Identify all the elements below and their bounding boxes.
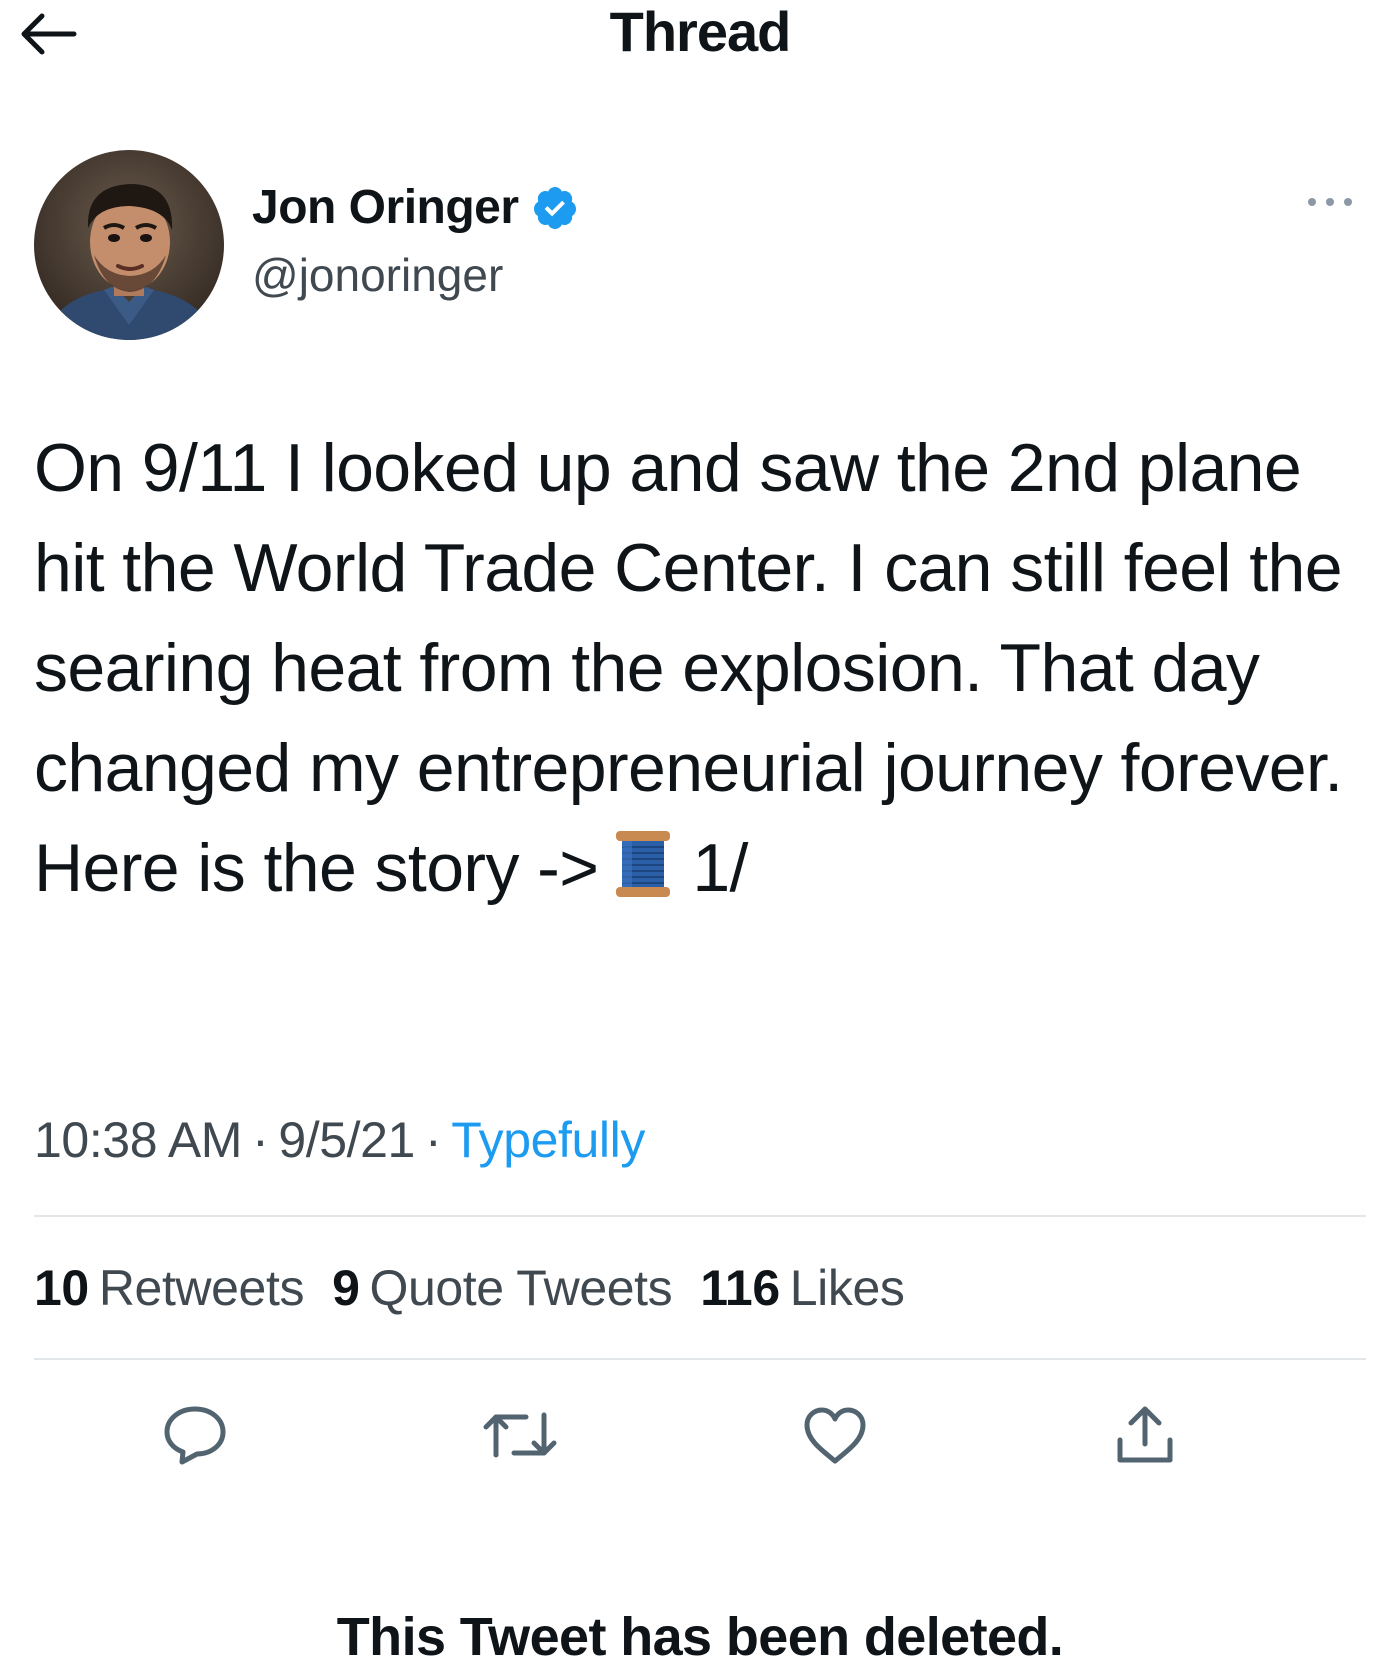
reply-button[interactable] (155, 1395, 235, 1475)
tweet-text-main: On 9/11 I looked up and saw the 2nd plan… (34, 430, 1343, 906)
share-button[interactable] (1105, 1395, 1185, 1475)
share-icon (1117, 1406, 1173, 1463)
quotes-label: Quote Tweets (369, 1260, 673, 1316)
more-options-button[interactable] (1298, 184, 1362, 220)
like-icon (804, 1407, 866, 1464)
tweet-action-bar (0, 1395, 1400, 1475)
tweet-text: On 9/11 I looked up and saw the 2nd plan… (34, 418, 1364, 918)
tweet-time: 10:38 AM (34, 1112, 243, 1168)
more-dots-icon (1308, 198, 1352, 206)
likes-stat[interactable]: 116 Likes (700, 1258, 905, 1318)
verified-badge-icon (531, 184, 579, 232)
retweets-label: Retweets (98, 1260, 305, 1316)
top-bar: Thread (0, 0, 1400, 70)
tweet-meta: 10:38 AM · 9/5/21 · Typefully (34, 1110, 645, 1170)
divider (34, 1215, 1366, 1217)
avatar[interactable] (34, 150, 224, 340)
quotes-count: 9 (332, 1260, 360, 1316)
retweet-icon (483, 1412, 557, 1458)
tweet-thread-marker: 1/ (692, 830, 748, 906)
likes-label: Likes (789, 1260, 905, 1316)
page-title: Thread (609, 0, 792, 63)
tweet-date: 9/5/21 (278, 1112, 415, 1168)
retweets-count: 10 (34, 1260, 89, 1316)
tweet-source-link[interactable]: Typefully (451, 1112, 645, 1168)
display-name: Jon Oringer (252, 181, 519, 234)
meta-separator: · (252, 1112, 269, 1168)
reply-icon (164, 1406, 226, 1465)
retweet-button[interactable] (480, 1395, 560, 1475)
display-name-row[interactable]: Jon Oringer (252, 180, 579, 236)
likes-count: 116 (700, 1260, 780, 1316)
user-handle[interactable]: @jonoringer (252, 248, 503, 302)
meta-separator: · (424, 1112, 442, 1168)
like-button[interactable] (795, 1395, 875, 1475)
quote-tweets-stat[interactable]: 9 Quote Tweets (332, 1258, 673, 1318)
divider (34, 1358, 1366, 1360)
retweets-stat[interactable]: 10 Retweets (34, 1258, 304, 1318)
tweet-stats: 10 Retweets 9 Quote Tweets 116 Likes (34, 1258, 932, 1318)
spool-of-thread-icon (612, 826, 674, 897)
deleted-tweet-notice: This Tweet has been deleted. (336, 1607, 1064, 1667)
tweet-author: Jon Oringer @jonoringer (34, 150, 1364, 340)
